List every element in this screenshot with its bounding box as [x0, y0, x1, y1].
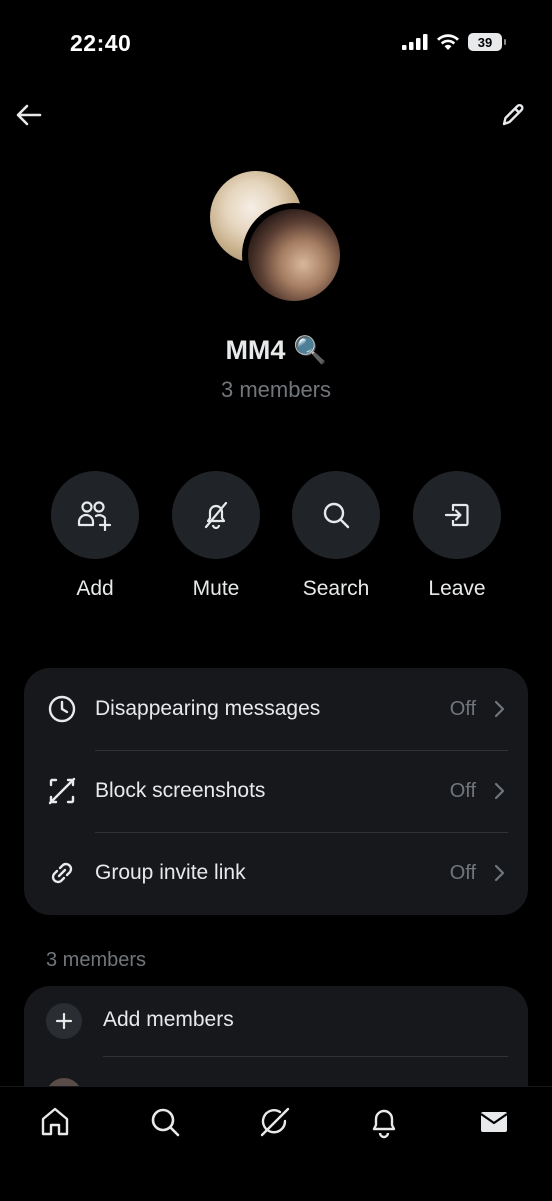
status-icons: 39: [402, 33, 506, 51]
mute-action-label: Mute: [192, 577, 240, 600]
leave-action-circle[interactable]: [413, 471, 501, 559]
group-members-count: 3 members: [220, 377, 332, 402]
status-time: 22:40: [70, 30, 132, 56]
search-action-label: Search: [302, 577, 370, 600]
block-screenshots-row[interactable]: Block screenshots Off: [24, 750, 528, 832]
add-members-label[interactable]: Add members: [103, 1008, 234, 1032]
add-people-icon: [77, 501, 112, 531]
tab-grok[interactable]: [258, 1105, 292, 1139]
edit-button[interactable]: [498, 100, 528, 130]
link-icon: [51, 862, 73, 884]
bell-off-icon: [204, 501, 228, 530]
tab-notifications[interactable]: [367, 1105, 401, 1139]
block-screenshots-value: Off: [449, 779, 476, 802]
leave-action-button[interactable]: Leave: [407, 471, 507, 601]
add-action-button[interactable]: Add: [45, 471, 145, 601]
bottom-tab-bar: [0, 1086, 552, 1201]
tab-search[interactable]: [148, 1105, 182, 1139]
back-button[interactable]: [14, 100, 44, 130]
members-section-header: 3 members: [46, 949, 147, 971]
mute-action-circle[interactable]: [172, 471, 260, 559]
arrow-left-icon: [16, 104, 42, 126]
pencil-icon: [502, 103, 524, 126]
bell-icon: [372, 1109, 396, 1139]
battery-level: 39: [477, 34, 493, 50]
home-icon: [41, 1107, 69, 1136]
cellular-signal-icon: [402, 34, 428, 50]
grok-icon: [260, 1107, 290, 1137]
member-avatar-2: [242, 203, 346, 307]
block-screenshots-label: Block screenshots: [95, 779, 266, 802]
group-invite-link-label: Group invite link: [95, 861, 246, 884]
search-action-button[interactable]: Search: [286, 471, 386, 601]
mail-icon: [480, 1112, 508, 1132]
tab-home[interactable]: [38, 1105, 72, 1139]
wifi-icon: [437, 34, 459, 50]
search-action-circle[interactable]: [292, 471, 380, 559]
settings-card: Disappearing messages Off Block screensh…: [24, 668, 528, 915]
add-action-circle[interactable]: [51, 471, 139, 559]
plus-icon: [55, 1012, 73, 1030]
mute-action-button[interactable]: Mute: [166, 471, 266, 601]
leave-icon: [444, 503, 469, 527]
chevron-right-icon: [494, 700, 505, 718]
tab-messages[interactable]: [477, 1105, 511, 1139]
group-name: MM4 🔍: [225, 335, 327, 365]
chevron-right-icon: [494, 782, 505, 800]
group-invite-link-value: Off: [449, 861, 476, 884]
divider: [103, 1056, 508, 1057]
search-icon: [323, 502, 350, 529]
clock-icon: [48, 695, 76, 723]
disappearing-messages-row[interactable]: Disappearing messages Off: [24, 668, 528, 750]
search-icon: [151, 1108, 180, 1137]
disappearing-messages-value: Off: [449, 697, 476, 720]
add-members-button[interactable]: [46, 1003, 82, 1039]
screenshot-off-icon: [48, 777, 76, 805]
group-invite-link-row[interactable]: Group invite link Off: [24, 832, 528, 914]
disappearing-messages-label: Disappearing messages: [95, 697, 321, 720]
add-action-label: Add: [76, 577, 114, 600]
chevron-right-icon: [494, 864, 505, 882]
leave-action-label: Leave: [428, 577, 486, 600]
battery-indicator: 39: [468, 33, 506, 51]
